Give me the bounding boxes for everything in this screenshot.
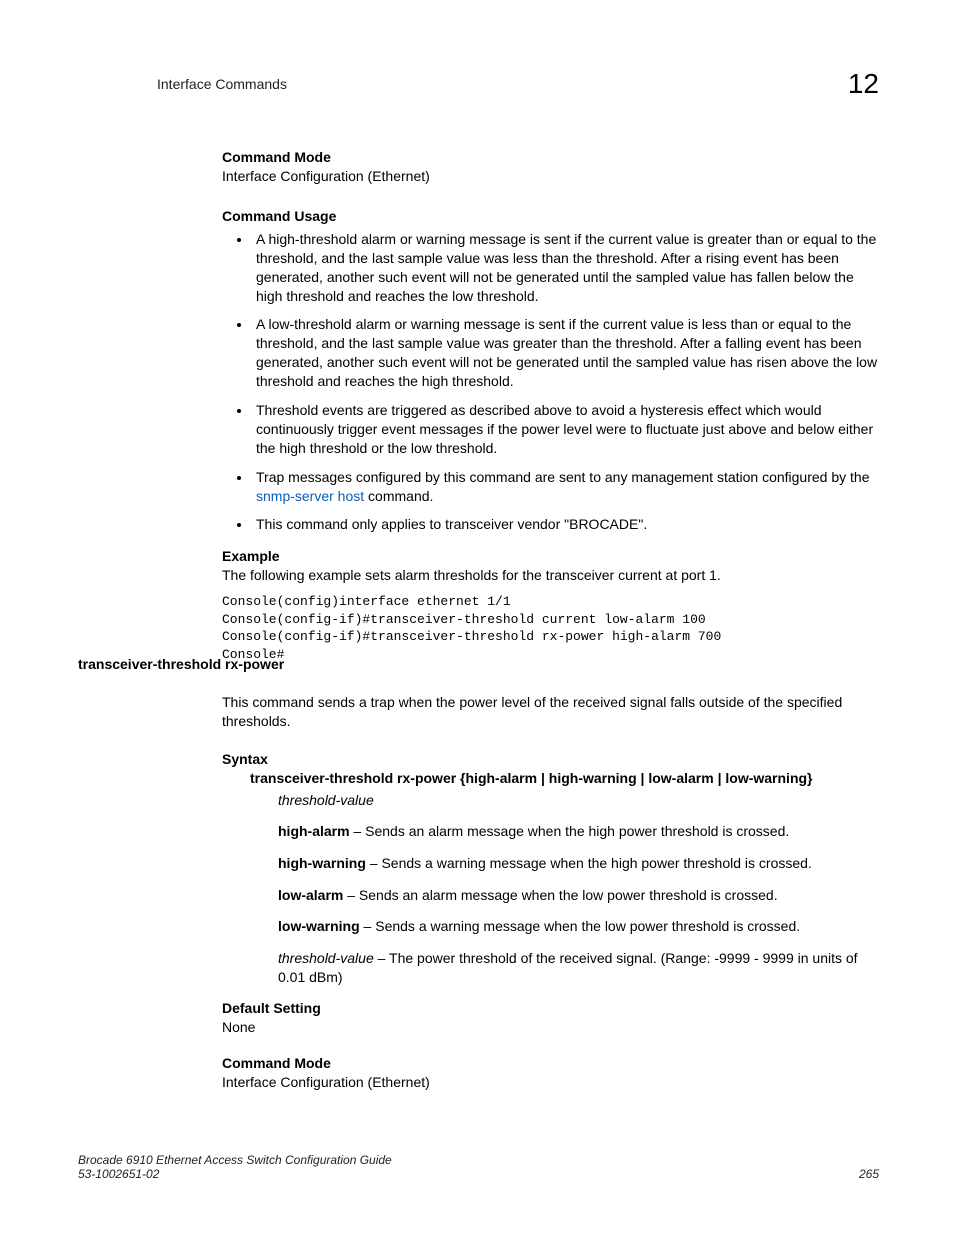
param-desc: – Sends an alarm message when the low po… — [343, 887, 777, 903]
default-setting-body: None — [222, 1018, 882, 1037]
param-item: low-warning – Sends a warning message wh… — [278, 917, 882, 937]
syntax-arg: threshold-value — [278, 791, 882, 811]
syntax-heading: Syntax — [222, 751, 882, 767]
usage-bullet-list: A high-threshold alarm or warning messag… — [222, 230, 882, 534]
param-list: high-alarm – Sends an alarm message when… — [278, 822, 882, 988]
usage-text: Trap messages configured by this command… — [256, 469, 869, 485]
param-key: high-warning — [278, 855, 366, 871]
usage-bullet: Trap messages configured by this command… — [252, 468, 882, 506]
snmp-server-host-link[interactable]: snmp-server host — [256, 488, 364, 504]
margin-command-name: transceiver-threshold rx-power — [78, 656, 284, 672]
param-item: low-alarm – Sends an alarm message when … — [278, 886, 882, 906]
rx-power-intro: This command sends a trap when the power… — [222, 693, 882, 731]
page: Interface Commands 12 Command Mode Inter… — [0, 0, 954, 1235]
usage-bullet: Threshold events are triggered as descri… — [252, 401, 882, 458]
param-key: high-alarm — [278, 823, 350, 839]
default-setting-heading: Default Setting — [222, 1000, 882, 1016]
chapter-number: 12 — [848, 68, 879, 100]
page-header: Interface Commands 12 — [157, 68, 879, 100]
main-content: Command Mode Interface Configuration (Et… — [222, 135, 882, 1102]
example-code: Console(config)interface ethernet 1/1 Co… — [222, 593, 882, 663]
usage-bullet: A high-threshold alarm or warning messag… — [252, 230, 882, 306]
page-footer: Brocade 6910 Ethernet Access Switch Conf… — [78, 1153, 879, 1181]
example-heading: Example — [222, 548, 882, 564]
usage-text: command. — [364, 488, 433, 504]
param-item: high-warning – Sends a warning message w… — [278, 854, 882, 874]
param-desc: – Sends a warning message when the high … — [366, 855, 812, 871]
command-mode-body: Interface Configuration (Ethernet) — [222, 167, 882, 186]
param-key: threshold-value — [278, 950, 374, 966]
usage-bullet: This command only applies to transceiver… — [252, 515, 882, 534]
usage-bullet: A low-threshold alarm or warning message… — [252, 315, 882, 391]
param-key: low-warning — [278, 918, 360, 934]
command-mode-heading-2: Command Mode — [222, 1055, 882, 1071]
command-mode-body-2: Interface Configuration (Ethernet) — [222, 1073, 882, 1092]
example-body: The following example sets alarm thresho… — [222, 566, 882, 585]
syntax-options: {high-alarm | high-warning | low-alarm |… — [456, 770, 812, 786]
syntax-cmd: transceiver-threshold rx-power — [250, 770, 456, 786]
footer-left: Brocade 6910 Ethernet Access Switch Conf… — [78, 1153, 392, 1181]
syntax-line: transceiver-threshold rx-power {high-ala… — [250, 769, 882, 789]
param-desc: – Sends a warning message when the low p… — [360, 918, 800, 934]
param-item: high-alarm – Sends an alarm message when… — [278, 822, 882, 842]
footer-doc-number: 53-1002651-02 — [78, 1167, 392, 1181]
footer-guide-title: Brocade 6910 Ethernet Access Switch Conf… — [78, 1153, 392, 1167]
header-title: Interface Commands — [157, 76, 287, 92]
command-mode-heading: Command Mode — [222, 149, 882, 165]
param-key: low-alarm — [278, 887, 343, 903]
footer-page-number: 265 — [859, 1167, 879, 1181]
command-usage-heading: Command Usage — [222, 208, 882, 224]
param-desc: – Sends an alarm message when the high p… — [350, 823, 790, 839]
param-item: threshold-value – The power threshold of… — [278, 949, 882, 988]
syntax-block: transceiver-threshold rx-power {high-ala… — [250, 769, 882, 810]
